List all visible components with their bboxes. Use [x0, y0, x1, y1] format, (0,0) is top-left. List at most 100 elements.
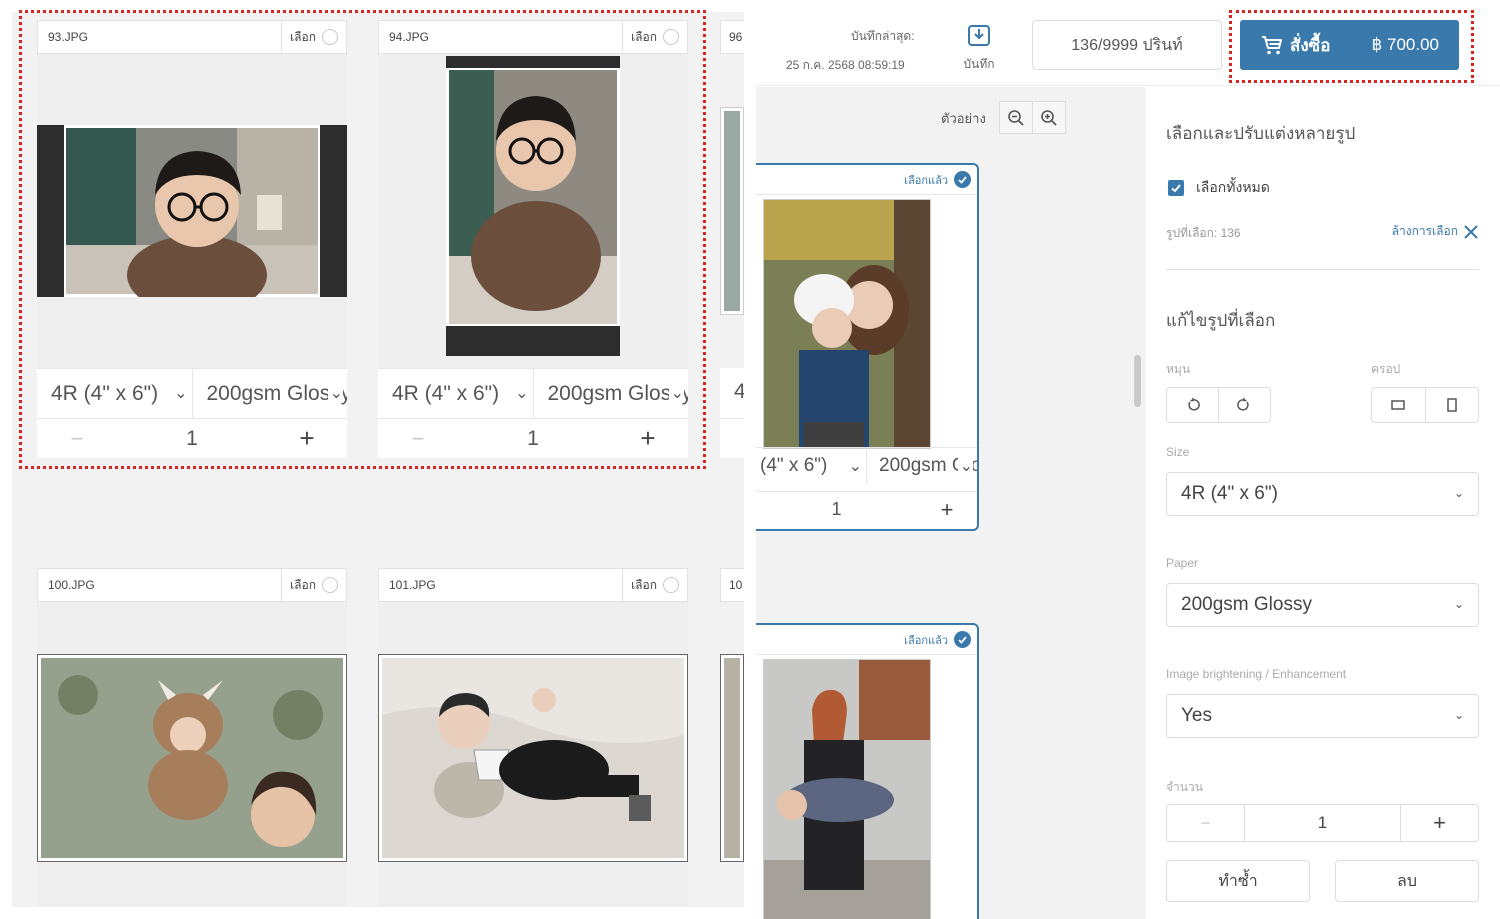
- rotate-right-icon: [1237, 398, 1249, 411]
- editor-panel: บันทึกล่าสุด: 25 ก.ค. 2568 08:59:19 บันท…: [756, 0, 1500, 919]
- check-circle-icon[interactable]: [954, 631, 971, 648]
- zoom-controls: [999, 101, 1066, 134]
- clear-selection-label: ล้างการเลือก: [1391, 224, 1458, 238]
- rotate-right-button[interactable]: [1218, 388, 1269, 422]
- delete-button[interactable]: ลบ: [1335, 860, 1479, 902]
- paper-select[interactable]: 200gsm Glossy⌄: [866, 448, 977, 483]
- chevron-down-icon: ⌄: [1453, 708, 1464, 722]
- card-filename: 10: [729, 578, 743, 592]
- photo-thumbnail[interactable]: [378, 654, 688, 862]
- zoom-in-icon: [1041, 109, 1057, 126]
- download-icon: [968, 25, 990, 46]
- enhancement-value: Yes: [1181, 705, 1212, 726]
- quantity-label: จำนวน: [1166, 780, 1203, 794]
- select-label: เลือก: [631, 577, 657, 592]
- qty-plus-button[interactable]: +: [1400, 805, 1478, 841]
- select-all-checkbox[interactable]: เลือกทั้งหมด: [1168, 177, 1270, 199]
- zoom-in-button[interactable]: [1032, 102, 1065, 133]
- highlight-box: [1229, 10, 1474, 83]
- rotate-left-icon: [1187, 398, 1200, 411]
- landscape-icon: [1391, 400, 1406, 410]
- select-toggle[interactable]: เลือก: [622, 569, 687, 601]
- quantity-stepper: − 1 +: [1166, 804, 1479, 842]
- preview-area: ตัวอย่าง เลือกแล้ว (4" x 6") ⌄ 200gsm ⌄ …: [756, 87, 1146, 919]
- photo-image: [41, 658, 343, 858]
- preview-label: ตัวอย่าง: [941, 111, 986, 126]
- rotate-controls: [1166, 387, 1271, 423]
- select-radio[interactable]: [322, 577, 338, 593]
- chevron-down-icon: ⌄: [1453, 486, 1464, 500]
- select-label: เลือก: [290, 577, 316, 592]
- portrait-icon: [1447, 398, 1457, 412]
- card-filename: 101.JPG: [389, 578, 436, 592]
- select-all-label: เลือกทั้งหมด: [1196, 179, 1270, 195]
- paper-select[interactable]: 200gsm Glossy ⌄: [1166, 583, 1479, 627]
- sidebar-title: เลือกและปรับแต่งหลายรูป: [1166, 124, 1356, 143]
- top-bar: บันทึกล่าสุด: 25 ก.ค. 2568 08:59:19 บันท…: [756, 0, 1500, 86]
- photo-thumbnail[interactable]: [763, 199, 931, 449]
- photo-card-100: 100.JPG เลือก: [37, 568, 347, 907]
- qty-row-partial: [720, 418, 744, 458]
- size-select[interactable]: 4R (4" x 6") ⌄: [1166, 472, 1479, 516]
- selected-photo-card: เลือกแล้ว: [756, 163, 979, 531]
- print-count: 136/9999 ปรินท์: [1032, 20, 1222, 70]
- card-header: 100.JPG เลือก: [37, 568, 347, 602]
- photo-card-partial: 96: [720, 20, 744, 54]
- scrollbar-thumb[interactable]: [1134, 355, 1141, 407]
- quantity-stepper: 1 +: [756, 491, 977, 527]
- zoom-out-icon: [1008, 109, 1024, 126]
- edit-selected-title: แก้ไขรูปที่เลือก: [1166, 311, 1276, 330]
- save-button[interactable]: บันทึก: [956, 22, 1002, 74]
- selected-label: เลือกแล้ว: [904, 634, 948, 647]
- select-toggle[interactable]: เลือก: [281, 569, 346, 601]
- zoom-out-button[interactable]: [1000, 102, 1032, 133]
- card-header: เลือกแล้ว: [756, 625, 977, 655]
- size-label: Size: [1166, 445, 1190, 459]
- qty-plus-button[interactable]: +: [917, 497, 977, 523]
- photo-image: [382, 658, 684, 858]
- selected-photo-card: เลือกแล้ว: [756, 623, 979, 919]
- qty-minus-button[interactable]: −: [1167, 805, 1245, 841]
- bulk-edit-sidebar: เลือกและปรับแต่งหลายรูป เลือกทั้งหมด รูป…: [1146, 87, 1500, 919]
- photo-thumbnail[interactable]: [37, 654, 347, 862]
- size-select[interactable]: (4" x 6") ⌄: [756, 448, 866, 483]
- size-value: (4" x 6"): [760, 454, 828, 476]
- crop-landscape-button[interactable]: [1372, 388, 1425, 422]
- photo-thumbnail-partial[interactable]: [720, 654, 744, 862]
- photo-thumbnail-partial[interactable]: [720, 107, 744, 315]
- selected-count: รูปที่เลือก: 136: [1166, 226, 1241, 240]
- crop-portrait-button[interactable]: [1424, 388, 1478, 422]
- chevron-down-icon: ⌄: [957, 456, 973, 476]
- selected-label: เลือกแล้ว: [904, 174, 948, 187]
- last-saved-time: 25 ก.ค. 2568 08:59:19: [786, 58, 905, 72]
- last-saved-label: บันทึกล่าสุด:: [851, 29, 915, 43]
- qty-value: 1: [831, 499, 842, 519]
- card-header: เลือกแล้ว: [756, 165, 977, 195]
- size-select-partial[interactable]: 4: [720, 368, 744, 418]
- highlight-box: [19, 10, 706, 469]
- photo-card-101: 101.JPG เลือก: [378, 568, 688, 907]
- card-header: 101.JPG เลือก: [378, 568, 688, 602]
- checkbox-checked-icon[interactable]: [1168, 180, 1184, 196]
- card-filename: 100.JPG: [48, 578, 95, 592]
- rotate-left-button[interactable]: [1167, 388, 1218, 422]
- photo-image: [764, 660, 930, 919]
- duplicate-button[interactable]: ทำซ้ำ: [1166, 860, 1310, 902]
- rotate-label: หมุน: [1166, 362, 1191, 376]
- clear-selection-button[interactable]: ล้างการเลือก: [1392, 222, 1480, 241]
- paper-label: Paper: [1166, 556, 1199, 570]
- select-radio[interactable]: [663, 577, 679, 593]
- enhancement-select[interactable]: Yes ⌄: [1166, 694, 1479, 738]
- paper-value: 200gsm Glossy: [1181, 594, 1312, 615]
- save-label: บันทึก: [963, 57, 995, 71]
- chevron-down-icon: ⌄: [846, 456, 862, 476]
- size-value: 4: [734, 380, 744, 403]
- crop-controls: [1371, 387, 1479, 423]
- photo-thumbnail[interactable]: [763, 659, 931, 919]
- qty-value: 1: [1317, 813, 1328, 832]
- divider: [1166, 269, 1479, 270]
- close-icon: [1464, 224, 1478, 239]
- chevron-down-icon: ⌄: [1453, 597, 1464, 611]
- check-circle-icon[interactable]: [954, 171, 971, 188]
- photo-card-partial: 10: [720, 568, 744, 602]
